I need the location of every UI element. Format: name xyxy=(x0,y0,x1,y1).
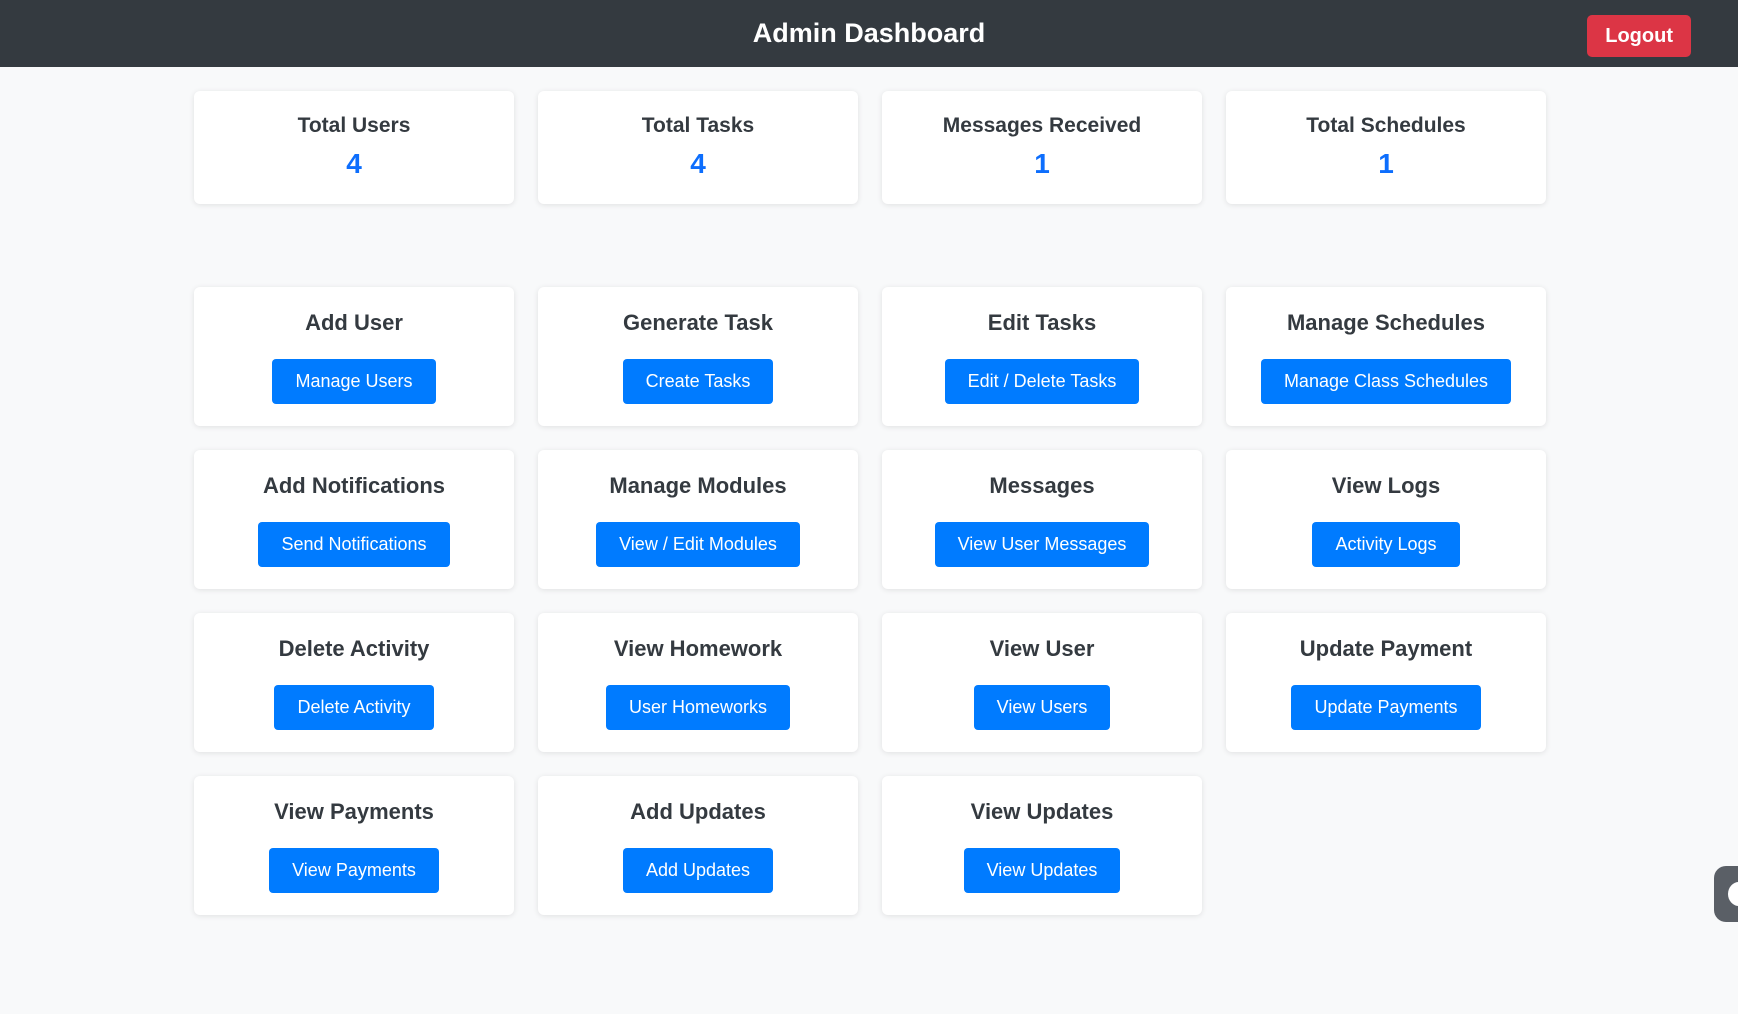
chat-icon xyxy=(1728,882,1738,906)
card-title: Update Payment xyxy=(1299,636,1473,661)
action-card-add-notifications: Add Notifications Send Notifications xyxy=(194,450,514,589)
action-card-view-user: View User View Users xyxy=(882,613,1202,752)
create-tasks-button[interactable]: Create Tasks xyxy=(622,359,774,404)
logout-button[interactable]: Logout xyxy=(1587,15,1691,57)
view-updates-button[interactable]: View Updates xyxy=(963,848,1121,893)
stat-label: Total Schedules xyxy=(1306,114,1466,137)
stat-value: 4 xyxy=(690,148,706,179)
view-user-messages-button[interactable]: View User Messages xyxy=(934,522,1150,567)
action-card-view-payments: View Payments View Payments xyxy=(194,776,514,915)
chat-widget-button[interactable] xyxy=(1714,866,1738,922)
send-notifications-button[interactable]: Send Notifications xyxy=(258,522,450,567)
stat-label: Messages Received xyxy=(942,114,1142,137)
action-card-add-user: Add User Manage Users xyxy=(194,287,514,426)
stats-row: Total Users 4 Total Tasks 4 Messages Rec… xyxy=(194,91,1546,204)
card-title: Add Updates xyxy=(630,799,766,824)
manage-class-schedules-button[interactable]: Manage Class Schedules xyxy=(1260,359,1512,404)
card-title: Manage Modules xyxy=(609,473,787,498)
action-card-manage-schedules: Manage Schedules Manage Class Schedules xyxy=(1226,287,1546,426)
stat-label: Total Users xyxy=(297,114,411,137)
page-title: Admin Dashboard xyxy=(752,18,986,48)
action-grid: Add User Manage Users Generate Task Crea… xyxy=(194,287,1546,915)
card-title: View Payments xyxy=(274,799,434,824)
top-header: Admin Dashboard Logout xyxy=(0,0,1738,67)
card-title: Add Notifications xyxy=(262,473,446,498)
card-title: View Logs xyxy=(1331,473,1441,498)
card-title: View Homework xyxy=(613,636,783,661)
action-card-add-updates: Add Updates Add Updates xyxy=(538,776,858,915)
card-title: View User xyxy=(989,636,1095,661)
stat-label: Total Tasks xyxy=(641,114,755,137)
card-title: Edit Tasks xyxy=(987,310,1097,335)
stat-card-messages-received: Messages Received 1 xyxy=(882,91,1202,204)
stat-card-total-schedules: Total Schedules 1 xyxy=(1226,91,1546,204)
action-card-view-homework: View Homework User Homeworks xyxy=(538,613,858,752)
action-card-edit-tasks: Edit Tasks Edit / Delete Tasks xyxy=(882,287,1202,426)
card-title: Delete Activity xyxy=(278,636,430,661)
stat-card-total-tasks: Total Tasks 4 xyxy=(538,91,858,204)
stat-value: 1 xyxy=(1378,148,1394,179)
stat-card-total-users: Total Users 4 xyxy=(194,91,514,204)
activity-logs-button[interactable]: Activity Logs xyxy=(1312,522,1460,567)
card-title: Generate Task xyxy=(622,310,773,335)
user-homeworks-button[interactable]: User Homeworks xyxy=(605,685,791,730)
delete-activity-button[interactable]: Delete Activity xyxy=(274,685,434,730)
action-card-delete-activity: Delete Activity Delete Activity xyxy=(194,613,514,752)
stat-value: 1 xyxy=(1034,148,1050,179)
card-title: Messages xyxy=(989,473,1095,498)
stat-value: 4 xyxy=(346,148,362,179)
card-title: Add User xyxy=(305,310,403,335)
card-title: View Updates xyxy=(970,799,1114,824)
view-edit-modules-button[interactable]: View / Edit Modules xyxy=(596,522,800,567)
action-card-manage-modules: Manage Modules View / Edit Modules xyxy=(538,450,858,589)
action-card-view-updates: View Updates View Updates xyxy=(882,776,1202,915)
add-updates-button[interactable]: Add Updates xyxy=(622,848,774,893)
action-card-view-logs: View Logs Activity Logs xyxy=(1226,450,1546,589)
manage-users-button[interactable]: Manage Users xyxy=(272,359,436,404)
action-card-messages: Messages View User Messages xyxy=(882,450,1202,589)
edit-delete-tasks-button[interactable]: Edit / Delete Tasks xyxy=(944,359,1140,404)
card-title: Manage Schedules xyxy=(1286,310,1486,335)
action-card-update-payment: Update Payment Update Payments xyxy=(1226,613,1546,752)
update-payments-button[interactable]: Update Payments xyxy=(1291,685,1481,730)
view-users-button[interactable]: View Users xyxy=(973,685,1111,730)
view-payments-button[interactable]: View Payments xyxy=(269,848,439,893)
action-card-generate-task: Generate Task Create Tasks xyxy=(538,287,858,426)
